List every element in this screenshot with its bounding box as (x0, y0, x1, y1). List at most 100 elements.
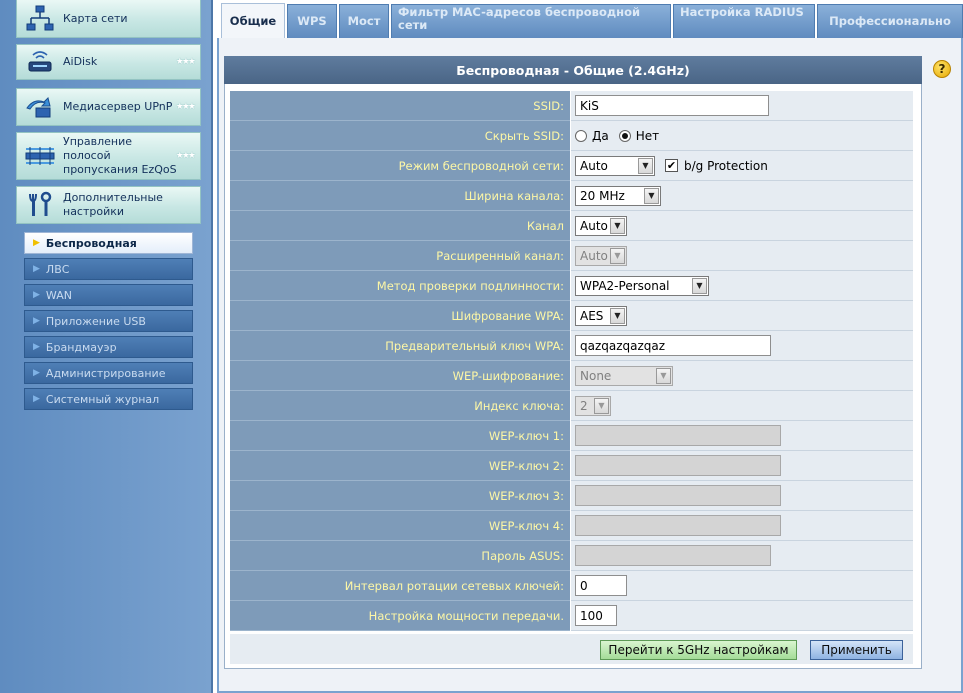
wpa-encryption-select[interactable]: AES ▼ (575, 305, 627, 326)
key-rotation-input[interactable]: 0 (575, 575, 627, 596)
sidebar: Карта сети AiDisk ★★★ Медиасервер UPnP ★… (0, 0, 213, 693)
tab-wps[interactable]: WPS (287, 4, 337, 38)
submenu-system-log-label: Системный журнал (45, 392, 160, 406)
ext-channel-select: Auto ▼ (575, 245, 627, 266)
menu-aidisk[interactable]: AiDisk ★★★ (16, 44, 201, 80)
tab-mac-filter[interactable]: Фильтр MAC-адресов беспроводной сети (391, 4, 671, 38)
submenu-firewall[interactable]: ▶ Брандмауэр (24, 336, 193, 358)
submenu-firewall-label: Брандмауэр (45, 340, 117, 354)
row-wep-key3: WEP-ключ 3: (230, 481, 913, 511)
row-wpa-key: Предварительный ключ WPA: qazqazqazqaz (230, 331, 913, 361)
submenu-administration[interactable]: ▶ Администрирование (24, 362, 193, 384)
chevron-down-icon: ▼ (692, 277, 707, 294)
menu-advanced-settings[interactable]: Дополнительные настройки (16, 186, 201, 224)
bg-protection-checkbox[interactable]: ✔ (665, 159, 678, 172)
row-channel: Канал Auto ▼ (230, 211, 913, 241)
row-auth-method: Метод проверки подлинности: WPA2-Persona… (230, 271, 913, 301)
tab-bridge[interactable]: Мост (339, 4, 389, 38)
menu-media-server-label: Медиасервер UPnP (63, 100, 173, 113)
tab-professional-label: Профессионально (829, 14, 951, 28)
menu-advanced-settings-label: Дополнительные настройки (63, 191, 163, 218)
tab-mac-filter-label: Фильтр MAC-адресов беспроводной сети (398, 5, 641, 32)
row-key-rotation: Интервал ротации сетевых ключей: 0 (230, 571, 913, 601)
chevron-down-icon: ▼ (644, 187, 659, 204)
hide-ssid-yes-radio[interactable] (575, 129, 587, 142)
wep-key3-label: WEP-ключ 3: (230, 481, 570, 511)
chevron-down-icon: ▼ (656, 367, 671, 384)
submenu-wireless[interactable]: ▶ Беспроводная (24, 232, 193, 254)
apply-button[interactable]: Применить (810, 640, 903, 660)
network-map-icon (17, 0, 63, 37)
tab-professional[interactable]: Профессионально (817, 4, 963, 38)
wireless-mode-label: Режим беспроводной сети: (230, 151, 570, 181)
wpa-encryption-label: Шифрование WPA: (230, 301, 570, 331)
section-title: Беспроводная - Общие (2.4GHz) (224, 56, 922, 84)
submenu-system-log[interactable]: ▶ Системный журнал (24, 388, 193, 410)
chevron-down-icon: ▼ (594, 397, 609, 414)
wireless-mode-select[interactable]: Auto ▼ (575, 155, 655, 176)
hide-ssid-label: Скрыть SSID: (230, 121, 570, 151)
media-server-icon (17, 89, 63, 125)
tab-radius[interactable]: Настройка RADIUS (673, 4, 815, 38)
row-wep-encryption: WEP-шифрование: None ▼ (230, 361, 913, 391)
wep-key2-label: WEP-ключ 2: (230, 451, 570, 481)
wep-encryption-select: None ▼ (575, 365, 673, 386)
wpa-key-input[interactable]: qazqazqazqaz (575, 335, 771, 356)
wep-key1-label: WEP-ключ 1: (230, 421, 570, 451)
help-icon[interactable]: ? (933, 60, 951, 78)
hide-ssid-no-radio[interactable] (618, 129, 631, 142)
arrow-right-icon: ▶ (33, 238, 40, 248)
tx-power-input[interactable]: 100 (575, 605, 617, 626)
row-hide-ssid: Скрыть SSID: Да Нет (230, 121, 913, 151)
tools-icon (17, 187, 63, 223)
bg-protection-label: b/g Protection (684, 158, 768, 173)
channel-select[interactable]: Auto ▼ (575, 215, 627, 236)
ssid-input[interactable]: KiS (575, 95, 769, 116)
ezqos-icon (17, 133, 63, 179)
asus-passphrase-label: Пароль ASUS: (230, 541, 570, 571)
menu-network-map[interactable]: Карта сети (16, 0, 201, 38)
submenu-lan[interactable]: ▶ ЛВС (24, 258, 193, 280)
arrow-right-icon: ▶ (33, 394, 40, 404)
submenu-wan[interactable]: ▶ WAN (24, 284, 193, 306)
row-wpa-encryption: Шифрование WPA: AES ▼ (230, 301, 913, 331)
tab-general[interactable]: Общие (221, 3, 285, 39)
tab-radius-label: Настройка RADIUS (680, 5, 804, 19)
wep-key4-label: WEP-ключ 4: (230, 511, 570, 541)
chevron-down-icon: ▼ (638, 157, 653, 174)
submenu-administration-label: Администрирование (45, 366, 166, 380)
tab-bridge-label: Мост (347, 14, 381, 28)
channel-label: Канал (230, 211, 570, 241)
aidisk-icon (17, 45, 63, 79)
menu-aidisk-label: AiDisk (63, 55, 98, 68)
tab-general-label: Общие (229, 14, 277, 28)
ext-channel-label: Расширенный канал: (230, 241, 570, 271)
row-wep-key2: WEP-ключ 2: (230, 451, 913, 481)
auth-method-select[interactable]: WPA2-Personal ▼ (575, 275, 709, 296)
hide-ssid-yes-label: Да (592, 128, 609, 143)
key-index-label: Индекс ключа: (230, 391, 570, 421)
ssid-label: SSID: (230, 91, 570, 121)
star-rating-icon: ★★★ (175, 151, 196, 161)
submenu-usb-application[interactable]: ▶ Приложение USB (24, 310, 193, 332)
row-ext-channel: Расширенный канал: Auto ▼ (230, 241, 913, 271)
arrow-right-icon: ▶ (33, 290, 40, 300)
row-wep-key1: WEP-ключ 1: (230, 421, 913, 451)
menu-network-map-label: Карта сети (63, 11, 128, 25)
wep-key2-input (575, 455, 781, 476)
tab-bar: Общие WPS Мост Фильтр MAC-адресов беспро… (219, 0, 963, 39)
tx-power-label: Настройка мощности передачи. (230, 601, 570, 631)
menu-ezqos[interactable]: Управление полосой пропускания EzQoS ★★★ (16, 132, 201, 180)
key-rotation-label: Интервал ротации сетевых ключей: (230, 571, 570, 601)
menu-media-server[interactable]: Медиасервер UPnP ★★★ (16, 88, 201, 126)
channel-width-label: Ширина канала: (230, 181, 570, 211)
channel-width-select[interactable]: 20 MHz ▼ (575, 185, 661, 206)
wep-key3-input (575, 485, 781, 506)
submenu-wan-label: WAN (45, 288, 72, 302)
chevron-down-icon: ▼ (610, 307, 625, 324)
wep-key4-input (575, 515, 781, 536)
goto-5ghz-button[interactable]: Перейти к 5GHz настройкам (600, 640, 797, 660)
hide-ssid-no-label: Нет (635, 128, 660, 143)
star-rating-icon: ★★★ (175, 57, 196, 67)
row-wireless-mode: Режим беспроводной сети: Auto ▼ ✔ b/g Pr… (230, 151, 913, 181)
